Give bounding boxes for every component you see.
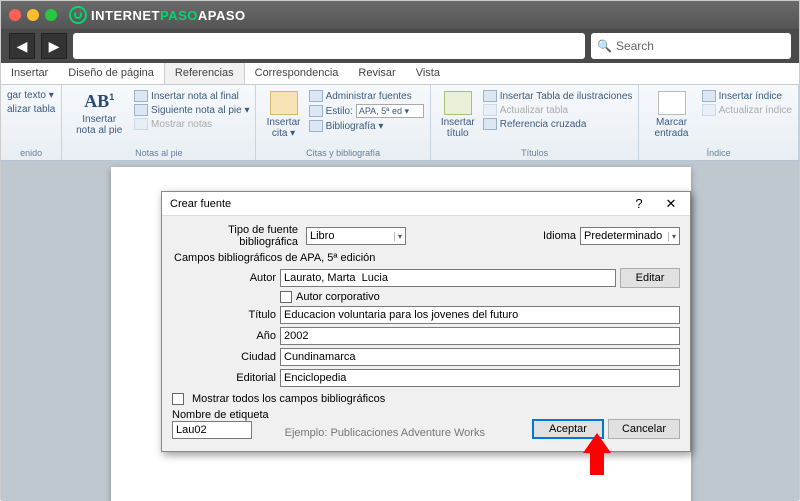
caption-icon: [444, 91, 472, 115]
back-button[interactable]: ◀: [9, 33, 35, 59]
mark-icon: [658, 91, 686, 115]
create-source-dialog: Crear fuente ? ✕ Tipo de fuente bibliogr…: [161, 191, 691, 452]
next-footnote-icon: [134, 104, 148, 116]
ribbon: gar texto ▾ alizar tabla enido AB1 Inser…: [1, 85, 799, 161]
group-label: Notas al pie: [68, 146, 249, 158]
dialog-title: Crear fuente: [170, 198, 231, 210]
source-type-select[interactable]: Libro▾: [306, 227, 406, 245]
biblio-icon: [309, 120, 323, 132]
url-input[interactable]: [73, 33, 585, 59]
document-area: Crear fuente ? ✕ Tipo de fuente bibliogr…: [1, 161, 799, 501]
crossref-icon: [483, 118, 497, 130]
year-input[interactable]: [280, 327, 680, 345]
navbar: ◀ ▶ 🔍 Search: [1, 29, 799, 63]
show-notes-icon: [134, 118, 148, 130]
tab-revisar[interactable]: Revisar: [348, 63, 405, 84]
insert-endnote-button[interactable]: Insertar nota al final: [134, 89, 249, 103]
language-label: Idioma: [543, 230, 576, 242]
corporate-author-checkbox[interactable]: [280, 291, 292, 303]
next-footnote-button[interactable]: Siguiente nota al pie ▾: [134, 103, 249, 117]
group-label: Índice: [645, 146, 792, 158]
ribbon-group-contenido: gar texto ▾ alizar tabla enido: [1, 85, 62, 160]
tab-referencias[interactable]: Referencias: [164, 63, 245, 84]
maximize-traffic-light[interactable]: [45, 9, 57, 21]
update-table-button[interactable]: alizar tabla: [7, 103, 55, 116]
tab-insertar[interactable]: Insertar: [1, 63, 58, 84]
minimize-traffic-light[interactable]: [27, 9, 39, 21]
show-all-fields-label: Mostrar todos los campos bibliográficos: [192, 393, 385, 405]
endnote-icon: [134, 90, 148, 102]
style-dropdown[interactable]: Estilo:APA, 5ª ed ▾: [309, 103, 424, 119]
sources-icon: [309, 90, 323, 102]
dialog-titlebar: Crear fuente ? ✕: [162, 192, 690, 216]
index-icon: [702, 90, 716, 102]
update-icon: [483, 104, 497, 116]
manage-sources-button[interactable]: Administrar fuentes: [309, 89, 424, 103]
group-label: Títulos: [437, 146, 633, 158]
year-label: Año: [172, 330, 280, 342]
language-select[interactable]: Predeterminado▾: [580, 227, 680, 245]
source-type-label: Tipo de fuente bibliográfica: [172, 224, 302, 248]
tab-diseno[interactable]: Diseño de página: [58, 63, 164, 84]
logo-icon: [69, 6, 87, 24]
insert-citation-button[interactable]: Insertar cita ▾: [262, 89, 304, 141]
author-label: Autor: [172, 272, 280, 284]
arrow-head-icon: [583, 433, 611, 453]
show-all-fields-checkbox[interactable]: [172, 393, 184, 405]
update-tof-button[interactable]: Actualizar tabla: [483, 103, 633, 117]
ribbon-group-titulos: Insertar título Insertar Tabla de ilustr…: [431, 85, 640, 160]
insert-index-button[interactable]: Insertar índice: [702, 89, 792, 103]
tab-vista[interactable]: Vista: [406, 63, 450, 84]
tof-icon: [483, 90, 497, 102]
tag-name-label: Nombre de etiqueta: [172, 409, 269, 421]
update-index-icon: [702, 104, 716, 116]
style-icon: [309, 105, 323, 117]
insert-footnote-button[interactable]: AB1 Insertar nota al pie: [68, 89, 130, 138]
group-label: enido: [7, 146, 55, 158]
section-heading: Campos bibliográficos de APA, 5ª edición: [174, 252, 680, 264]
browser-chrome: INTERNETPASOAPASO ◀ ▶ 🔍 Search: [1, 1, 799, 63]
close-traffic-light[interactable]: [9, 9, 21, 21]
update-index-button[interactable]: Actualizar índice: [702, 103, 792, 117]
tag-name-input[interactable]: [172, 421, 252, 439]
insert-tof-button[interactable]: Insertar Tabla de ilustraciones: [483, 89, 633, 103]
author-input[interactable]: [280, 269, 616, 287]
ribbon-tabs: Insertar Diseño de página Referencias Co…: [1, 63, 799, 85]
mark-entry-button[interactable]: Marcar entrada: [645, 89, 697, 141]
citation-icon: [270, 91, 298, 115]
bibliography-button[interactable]: Bibliografía ▾: [309, 119, 424, 133]
arrow-stem: [590, 453, 604, 475]
tab-correspondencia[interactable]: Correspondencia: [245, 63, 349, 84]
search-input[interactable]: 🔍 Search: [591, 33, 791, 59]
cancel-button[interactable]: Cancelar: [608, 419, 680, 439]
close-button[interactable]: ✕: [656, 194, 686, 214]
site-logo: INTERNETPASOAPASO: [69, 6, 246, 24]
city-input[interactable]: [280, 348, 680, 366]
corporate-author-label: Autor corporativo: [296, 291, 380, 303]
show-notes-button[interactable]: Mostrar notas: [134, 117, 249, 131]
help-button[interactable]: ?: [624, 194, 654, 214]
cross-ref-button[interactable]: Referencia cruzada: [483, 117, 633, 131]
publisher-input[interactable]: [280, 369, 680, 387]
insert-caption-button[interactable]: Insertar título: [437, 89, 479, 141]
edit-author-button[interactable]: Editar: [620, 268, 680, 288]
group-label: Citas y bibliografía: [262, 146, 423, 158]
add-text-button[interactable]: gar texto ▾: [7, 89, 54, 102]
ribbon-group-indice: Marcar entrada Insertar índice Actualiza…: [639, 85, 799, 160]
annotation-arrow: [583, 433, 611, 475]
title-label: Título: [172, 309, 280, 321]
city-label: Ciudad: [172, 351, 280, 363]
example-text: Ejemplo: Publicaciones Adventure Works: [285, 427, 485, 439]
ribbon-group-notas: AB1 Insertar nota al pie Insertar nota a…: [62, 85, 256, 160]
forward-button[interactable]: ▶: [41, 33, 67, 59]
search-icon: 🔍: [597, 39, 612, 53]
titlebar: INTERNETPASOAPASO: [1, 1, 799, 29]
ribbon-group-citas: Insertar cita ▾ Administrar fuentes Esti…: [256, 85, 430, 160]
search-placeholder: Search: [616, 39, 654, 53]
title-input[interactable]: [280, 306, 680, 324]
publisher-label: Editorial: [172, 372, 280, 384]
logo-text: INTERNETPASOAPASO: [91, 8, 246, 23]
